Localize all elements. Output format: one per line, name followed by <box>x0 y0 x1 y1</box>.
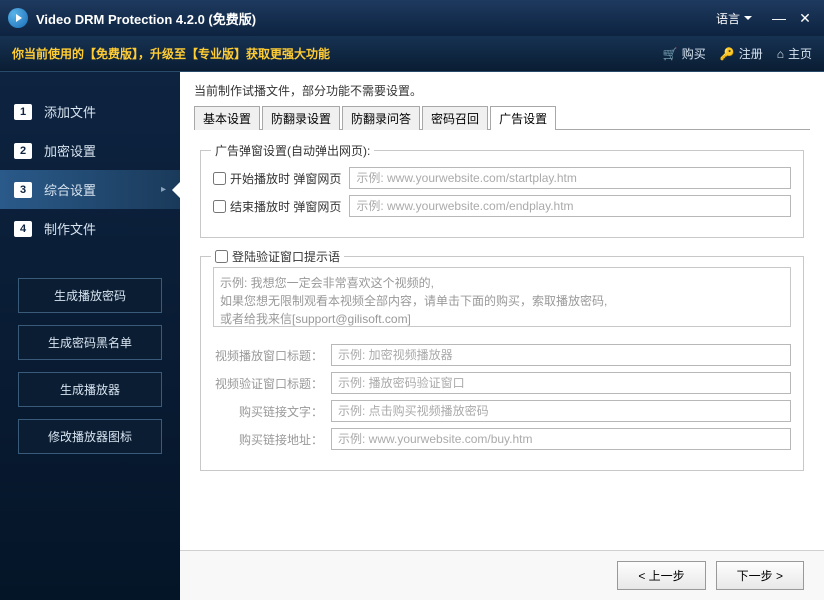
end-play-label: 结束播放时 弹窗网页 <box>230 198 341 215</box>
window-title: Video DRM Protection 4.2.0 (免费版) <box>36 9 716 28</box>
tab-anti-record[interactable]: 防翻录设置 <box>262 106 340 130</box>
verify-title-label: 视频验证窗口标题： <box>213 375 323 392</box>
verify-title-input[interactable] <box>331 372 791 394</box>
tab-ad-settings[interactable]: 广告设置 <box>490 106 556 130</box>
next-button[interactable]: 下一步 > <box>716 561 804 590</box>
upgrade-notice: 你当前使用的【免费版】，升级至【专业版】获取更强大功能 <box>12 45 649 62</box>
end-play-url-input[interactable] <box>349 195 791 217</box>
modify-player-icon-button[interactable]: 修改播放器图标 <box>18 419 162 454</box>
login-legend: 登陆验证窗口提示语 <box>211 248 344 265</box>
tab-password-recall[interactable]: 密码召回 <box>422 106 488 130</box>
prev-button[interactable]: < 上一步 <box>617 561 705 590</box>
generate-blacklist-button[interactable]: 生成密码黑名单 <box>18 325 162 360</box>
buy-text-input[interactable] <box>331 400 791 422</box>
home-button[interactable]: ⌂主页 <box>777 45 812 62</box>
cart-icon: 🛒 <box>663 47 678 61</box>
login-prompt-textarea[interactable]: 示例: 我想您一定会非常喜欢这个视频的, 如果您想无限制观看本视频全部内容，请单… <box>213 267 791 327</box>
step-label: 加密设置 <box>44 141 96 160</box>
toolbar: 你当前使用的【免费版】，升级至【专业版】获取更强大功能 🛒购买 🔑注册 ⌂主页 <box>0 36 824 72</box>
step-label: 添加文件 <box>44 102 96 121</box>
step-number: 1 <box>14 104 32 120</box>
language-label: 语言 <box>716 10 740 27</box>
tabs: 基本设置 防翻录设置 防翻录问答 密码召回 广告设置 <box>180 105 824 129</box>
login-fieldset: 登陆验证窗口提示语 示例: 我想您一定会非常喜欢这个视频的, 如果您想无限制观看… <box>200 256 804 471</box>
sidebar: 1 添加文件 2 加密设置 3 综合设置 ▸ 4 制作文件 生成播放密码 生成密… <box>0 72 180 600</box>
step-add-files[interactable]: 1 添加文件 <box>0 92 180 131</box>
tab-content: 广告弹窗设置(自动弹出网页): 开始播放时 弹窗网页 结束播放时 弹窗网页 <box>180 130 824 550</box>
start-play-url-input[interactable] <box>349 167 791 189</box>
register-button[interactable]: 🔑注册 <box>720 45 763 62</box>
close-button[interactable]: ✕ <box>794 7 816 29</box>
main-panel: 当前制作试播文件，部分功能不需要设置。 基本设置 防翻录设置 防翻录问答 密码召… <box>180 72 824 600</box>
buy-url-input[interactable] <box>331 428 791 450</box>
tab-anti-record-qa[interactable]: 防翻录问答 <box>342 106 420 130</box>
generate-player-button[interactable]: 生成播放器 <box>18 372 162 407</box>
login-prompt-label: 登陆验证窗口提示语 <box>232 248 340 265</box>
app-logo-icon <box>8 8 28 28</box>
buy-url-label: 购买链接地址： <box>213 431 323 448</box>
generate-password-button[interactable]: 生成播放密码 <box>18 278 162 313</box>
home-icon: ⌂ <box>777 47 784 61</box>
login-prompt-checkbox[interactable]: 登陆验证窗口提示语 <box>215 248 340 265</box>
end-play-check[interactable] <box>213 200 226 213</box>
popup-fieldset: 广告弹窗设置(自动弹出网页): 开始播放时 弹窗网页 结束播放时 弹窗网页 <box>200 150 804 238</box>
step-number: 4 <box>14 221 32 237</box>
minimize-button[interactable]: — <box>768 7 790 29</box>
chevron-down-icon <box>744 16 752 20</box>
tab-basic[interactable]: 基本设置 <box>194 106 260 130</box>
start-play-check[interactable] <box>213 172 226 185</box>
end-play-checkbox[interactable]: 结束播放时 弹窗网页 <box>213 198 341 215</box>
step-build-files[interactable]: 4 制作文件 <box>0 209 180 248</box>
language-dropdown[interactable]: 语言 <box>716 10 752 27</box>
popup-legend: 广告弹窗设置(自动弹出网页): <box>211 142 374 159</box>
start-play-checkbox[interactable]: 开始播放时 弹窗网页 <box>213 170 341 187</box>
key-icon: 🔑 <box>720 47 735 61</box>
play-title-label: 视频播放窗口标题： <box>213 347 323 364</box>
step-encrypt-settings[interactable]: 2 加密设置 <box>0 131 180 170</box>
step-label: 综合设置 <box>44 180 96 199</box>
step-number: 2 <box>14 143 32 159</box>
footer: < 上一步 下一步 > <box>180 550 824 600</box>
hint-text: 当前制作试播文件，部分功能不需要设置。 <box>180 72 824 105</box>
buy-button[interactable]: 🛒购买 <box>663 45 706 62</box>
titlebar: Video DRM Protection 4.2.0 (免费版) 语言 — ✕ <box>0 0 824 36</box>
start-play-label: 开始播放时 弹窗网页 <box>230 170 341 187</box>
buy-text-label: 购买链接文字： <box>213 403 323 420</box>
play-title-input[interactable] <box>331 344 791 366</box>
step-label: 制作文件 <box>44 219 96 238</box>
step-number: 3 <box>14 182 32 198</box>
step-general-settings[interactable]: 3 综合设置 ▸ <box>0 170 180 209</box>
chevron-right-icon: ▸ <box>161 184 166 195</box>
login-prompt-check[interactable] <box>215 250 228 263</box>
